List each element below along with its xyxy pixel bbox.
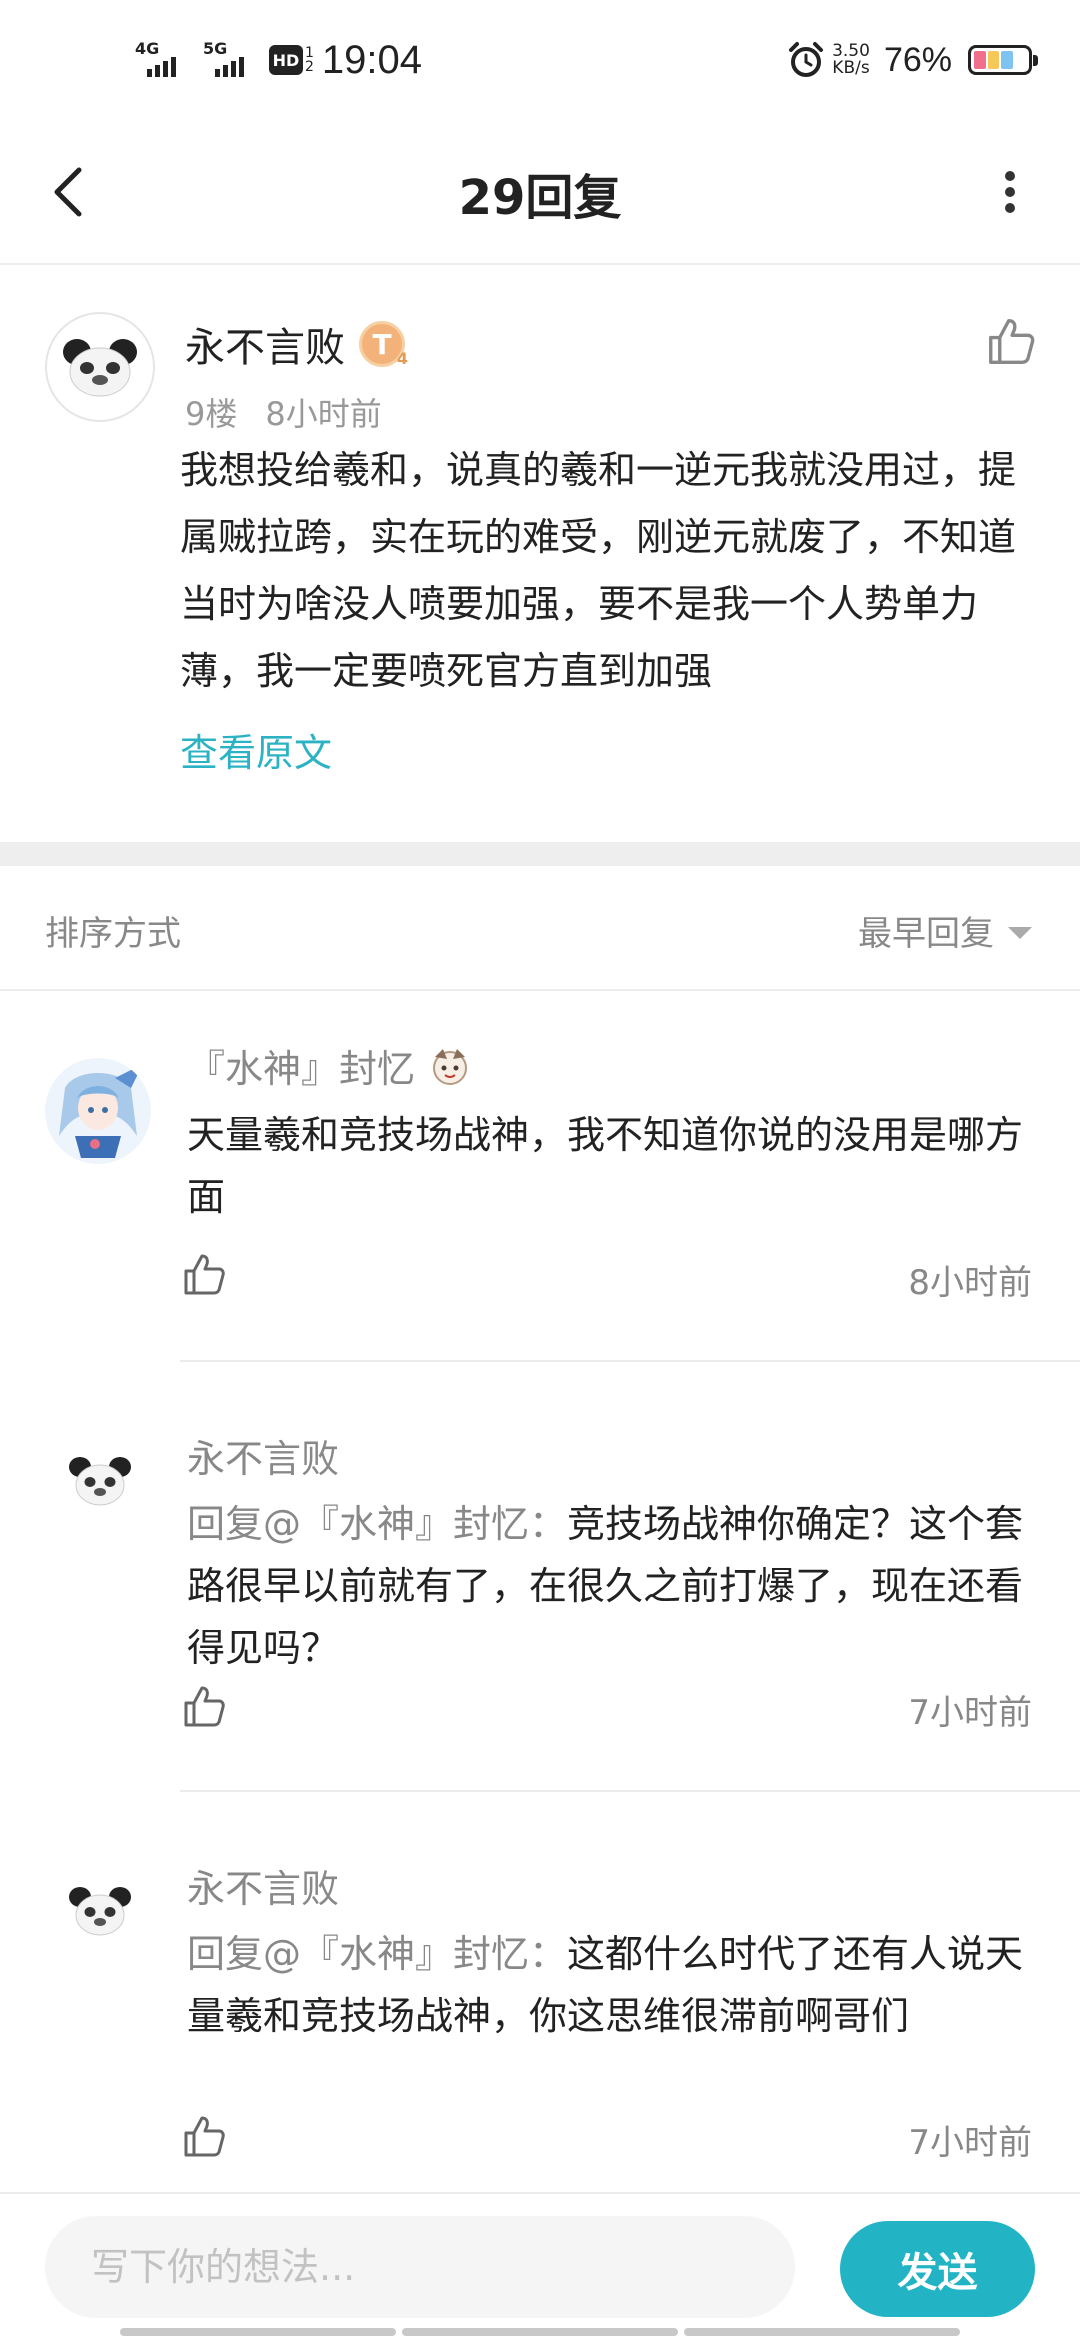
- sort-bar: 排序方式 最早回复: [0, 866, 1080, 991]
- status-bar: 4G 5G HD 12 19:04 3.50 KB/s 76%: [0, 0, 1080, 120]
- hd-label: HD: [269, 45, 303, 75]
- badge-level: 4: [396, 349, 408, 368]
- reply-item: 『水神』封忆 天量羲和竞技场战神，我不知道你说的没用是哪方面 8小时前: [0, 993, 1080, 1363]
- reply-time: 7小时前: [908, 2123, 1032, 2163]
- reply-item: 永不言败 回复@『水神』封忆：这都什么时代了还有人说天量羲和竞技场战神，你这思维…: [0, 1793, 1080, 2193]
- reply-mention[interactable]: 回复@『水神』封忆：: [187, 1932, 567, 1976]
- page-title: 29回复: [458, 170, 622, 226]
- level-badge-icon: T 4: [359, 321, 408, 368]
- post-meta: 9楼 8小时前: [185, 389, 382, 435]
- battery-segment: [987, 51, 999, 69]
- top-navigation-bar: 29回复: [0, 120, 1080, 265]
- send-button[interactable]: 发送: [840, 2221, 1035, 2317]
- reply-content: 天量羲和竞技场战神，我不知道你说的没用是哪方面: [187, 1104, 1037, 1228]
- hd-voice-icon: HD 12: [269, 45, 314, 75]
- badge-letter: T: [372, 327, 392, 361]
- comment-input[interactable]: [45, 2216, 795, 2318]
- view-original-link[interactable]: 查看原文: [180, 722, 332, 777]
- reply-time: 8小时前: [908, 1263, 1032, 1303]
- reply-item: 永不言败 回复@『水神』封忆：竞技场战神你确定？这个套路很早以前就有了，在很久之…: [0, 1363, 1080, 1793]
- author-avatar[interactable]: [45, 312, 155, 422]
- signal-4g-icon: 4G: [133, 35, 193, 85]
- original-post: 永不言败 T 4 9楼 8小时前 我想投给羲和，说真的羲和一逆元我就没用过，提属贼…: [0, 267, 1080, 842]
- status-right: 3.50 KB/s 76%: [786, 30, 1038, 90]
- reply-avatar[interactable]: [62, 1443, 138, 1519]
- reply-author[interactable]: 永不言败: [187, 1858, 339, 1913]
- more-options-button[interactable]: [980, 160, 1040, 224]
- section-divider: [0, 842, 1080, 866]
- reply-content: 回复@『水神』封忆：这都什么时代了还有人说天量羲和竞技场战神，你这思维很滞前啊哥…: [187, 1923, 1037, 2047]
- caret-down-icon: [1008, 926, 1032, 939]
- alarm-clock-icon: [789, 42, 824, 77]
- battery-percent: 76%: [883, 40, 952, 79]
- reply-content: 回复@『水神』封忆：竞技场战神你确定？这个套路很早以前就有了，在很久之前打爆了，…: [187, 1493, 1037, 1679]
- status-left: 4G 5G HD 12 19:04: [133, 30, 422, 90]
- reply-text: 天量羲和竞技场战神，我不知道你说的没用是哪方面: [187, 1113, 1024, 1219]
- post-time: 8小时前: [265, 395, 382, 433]
- reply-author-name: 永不言败: [187, 1437, 340, 1481]
- post-author-name: 永不言败: [185, 325, 345, 371]
- battery-segment: [1001, 51, 1013, 69]
- reply-divider: [180, 1790, 1080, 1792]
- hd-sub-bottom: 2: [305, 59, 314, 75]
- character-badge-icon: [433, 1048, 468, 1085]
- battery-segment: [1015, 51, 1027, 69]
- reply-author-name: 永不言败: [187, 1867, 340, 1911]
- panda-avatar-icon: [69, 1457, 131, 1506]
- gesture-bar: [120, 2328, 960, 2336]
- battery-icon: [968, 45, 1038, 75]
- like-icon[interactable]: [180, 1251, 228, 1299]
- reply-time: 7小时前: [908, 1693, 1032, 1733]
- like-icon[interactable]: [984, 315, 1038, 369]
- network-label-2: 5G: [203, 39, 228, 58]
- sort-selected: 最早回复: [858, 914, 994, 954]
- post-floor: 9楼: [185, 395, 238, 433]
- reply-author[interactable]: 永不言败: [187, 1428, 339, 1483]
- comment-composer: 发送: [0, 2192, 1080, 2340]
- reply-author-name: 『水神』封忆: [187, 1047, 416, 1091]
- hd-sub-top: 1: [305, 45, 314, 61]
- more-vertical-icon: [1005, 171, 1015, 213]
- reply-mention[interactable]: 回复@『水神』封忆：: [187, 1502, 567, 1546]
- sort-label: 排序方式: [45, 914, 181, 954]
- signal-5g-icon: 5G: [201, 35, 261, 85]
- panda-avatar-icon: [63, 339, 137, 397]
- reply-avatar[interactable]: [45, 1058, 151, 1164]
- like-icon[interactable]: [180, 2113, 228, 2161]
- sort-dropdown[interactable]: 最早回复: [858, 906, 1032, 955]
- anime-girl-avatar-icon: [45, 1058, 151, 1164]
- battery-segment: [974, 51, 986, 69]
- status-time: 19:04: [321, 37, 423, 82]
- network-speed: 3.50 KB/s: [832, 43, 870, 77]
- like-icon[interactable]: [180, 1683, 228, 1731]
- reply-divider: [180, 1360, 1080, 1362]
- speed-unit: KB/s: [832, 58, 870, 78]
- post-author[interactable]: 永不言败 T 4: [185, 315, 408, 373]
- reply-avatar[interactable]: [62, 1873, 138, 1949]
- panda-avatar-icon: [69, 1887, 131, 1936]
- reply-author[interactable]: 『水神』封忆: [187, 1038, 473, 1093]
- network-label-1: 4G: [135, 39, 160, 58]
- post-content: 我想投给羲和，说真的羲和一逆元我就没用过，提属贼拉跨，实在玩的难受，刚逆元就废了…: [180, 448, 1017, 693]
